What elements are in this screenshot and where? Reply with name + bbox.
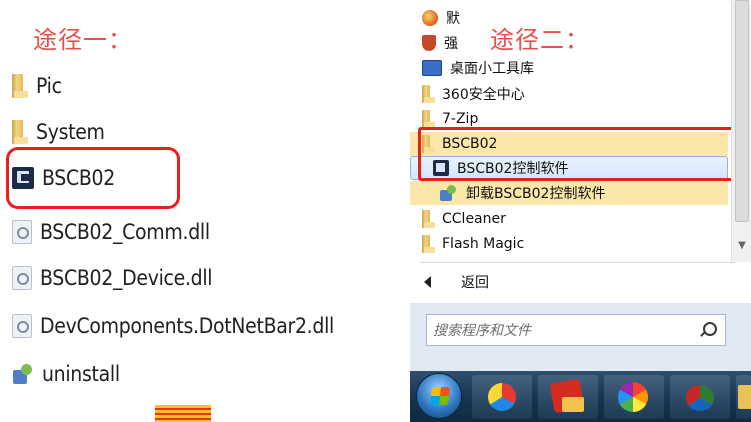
menu-item-ccleaner[interactable]: CCleaner	[410, 207, 728, 231]
gadget-icon	[422, 60, 442, 76]
highlight-box	[6, 147, 180, 209]
path-two-title: 途径二：	[486, 20, 594, 55]
menu-item-label: CCleaner	[442, 211, 506, 227]
folder-icon	[12, 120, 28, 144]
highlight-box	[418, 127, 738, 181]
search-icon[interactable]	[703, 322, 717, 336]
menu-item-360[interactable]: 360安全中心	[410, 82, 728, 106]
folder-icon	[422, 210, 435, 228]
shield-icon	[422, 35, 436, 51]
menu-item-label: 360安全中心	[442, 87, 525, 103]
back-button[interactable]: 返回	[424, 268, 489, 296]
menu-item-flash-magic[interactable]: Flash Magic	[410, 232, 728, 256]
menu-divider	[420, 262, 735, 263]
menu-item-label: Flash Magic	[442, 236, 525, 252]
striped-flag-decoration	[155, 405, 211, 422]
menu-item-label: 桌面小工具库	[450, 61, 534, 77]
folder-icon	[422, 85, 435, 103]
taskbar-mail-app-button[interactable]	[538, 375, 598, 419]
file-item-label: BSCB02_Device.dll	[40, 266, 213, 290]
dll-file-icon	[12, 220, 32, 244]
start-button-windows-icon[interactable]	[416, 373, 462, 419]
globe-icon	[422, 10, 438, 26]
dll-file-icon	[12, 266, 32, 290]
search-input[interactable]	[427, 315, 695, 347]
start-menu: 途径二： 默 强 桌面小工具库 360安全中心 7-Zip BSCB02 BSC…	[410, 0, 751, 371]
menu-scrollbar[interactable]: ▼	[731, 0, 751, 262]
file-item-label: System	[36, 120, 105, 144]
menu-item-label: 强	[444, 36, 458, 52]
file-item-uninstall[interactable]: uninstall	[12, 354, 120, 394]
taskbar-folder-button[interactable]	[736, 375, 751, 419]
folder-icon	[422, 235, 435, 253]
file-item-pic[interactable]: Pic	[12, 66, 62, 106]
taskbar-app-button-colorful[interactable]	[472, 375, 532, 419]
file-item-comm-dll[interactable]: BSCB02_Comm.dll	[12, 212, 210, 252]
menu-item-label: 7-Zip	[442, 111, 479, 127]
start-menu-screenshot: 途径二： 默 强 桌面小工具库 360安全中心 7-Zip BSCB02 BSC…	[410, 0, 751, 422]
file-item-label: uninstall	[42, 362, 120, 386]
file-item-label: Pic	[36, 74, 62, 98]
menu-item-label: 默	[446, 11, 460, 27]
file-item-label: DevComponents.DotNetBar2.dll	[40, 314, 334, 338]
taskbar-app-button[interactable]	[670, 375, 730, 419]
uninstall-icon	[12, 362, 34, 386]
folder-icon	[422, 110, 435, 128]
explorer-file-list: 途径一： Pic System BSCB02 BSCB02_Comm.dll B…	[0, 0, 404, 422]
search-box[interactable]	[426, 314, 726, 347]
path-one-title: 途径一：	[33, 26, 133, 54]
uninstall-icon	[440, 184, 458, 202]
folder-icon	[12, 74, 28, 98]
scrollbar-thumb[interactable]	[735, 0, 749, 222]
scroll-down-arrow-icon[interactable]: ▼	[732, 240, 751, 254]
back-arrow-icon	[424, 276, 431, 288]
menu-item-bscb02-uninstall[interactable]: 卸载BSCB02控制软件	[410, 181, 728, 205]
taskbar	[410, 371, 751, 422]
file-item-label: BSCB02_Comm.dll	[40, 220, 210, 244]
taskbar-pinwheel-app-button[interactable]	[604, 375, 664, 419]
back-label: 返回	[461, 275, 489, 291]
file-item-dotnetbar-dll[interactable]: DevComponents.DotNetBar2.dll	[12, 306, 334, 346]
file-item-device-dll[interactable]: BSCB02_Device.dll	[12, 258, 213, 298]
menu-item-label: 卸载BSCB02控制软件	[466, 186, 606, 202]
search-area	[410, 303, 751, 371]
dll-file-icon	[12, 314, 32, 338]
file-item-system[interactable]: System	[12, 112, 105, 152]
menu-item-gadgets[interactable]: 桌面小工具库	[410, 56, 728, 80]
